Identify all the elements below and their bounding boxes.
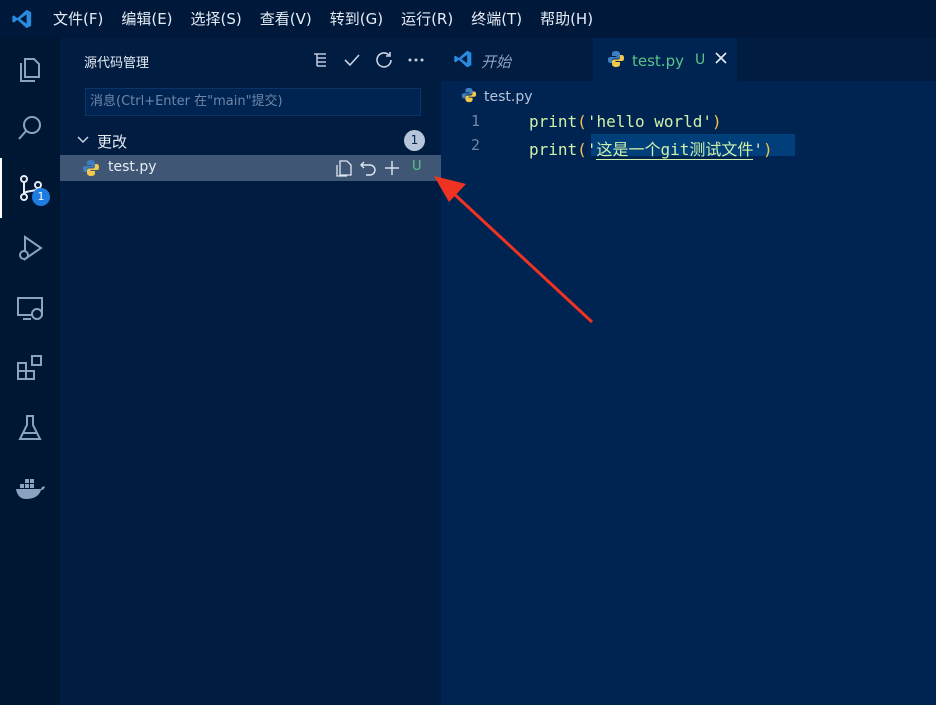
menu-view[interactable]: 查看(V) xyxy=(251,0,321,38)
stage-changes-plus-icon[interactable] xyxy=(382,158,402,178)
python-file-icon xyxy=(607,50,625,72)
vscode-logo-icon xyxy=(0,0,44,38)
code-token-quote: ' xyxy=(753,140,763,159)
remote-explorer-icon[interactable] xyxy=(0,278,60,338)
tab-bar: 开始 test.py U xyxy=(441,38,936,81)
breadcrumb-file: test.py xyxy=(484,89,533,105)
menu-bar: 文件(F) 编辑(E) 选择(S) 查看(V) 转到(G) 运行(R) 终端(T… xyxy=(0,0,936,38)
code-token-function: print xyxy=(529,140,578,159)
code-token-string: 'hello world' xyxy=(586,112,713,131)
extensions-icon[interactable] xyxy=(0,338,60,398)
python-file-icon xyxy=(461,87,477,107)
source-control-panel: 源代码管理 消息(Ctrl+Enter 在"main"提交) 更改 1 test… xyxy=(60,38,441,705)
changes-group-header[interactable]: 更改 1 xyxy=(60,128,441,152)
tab-test-py-label: test.py xyxy=(632,52,684,70)
panel-title: 源代码管理 xyxy=(84,56,150,71)
chevron-down-icon xyxy=(76,133,90,151)
menu-terminal[interactable]: 终端(T) xyxy=(462,0,531,38)
search-icon[interactable] xyxy=(0,98,60,158)
tab-untracked-status: U xyxy=(695,52,706,68)
tab-start-label: 开始 xyxy=(481,53,512,71)
activity-bar: 1 xyxy=(0,38,60,705)
menu-selection[interactable]: 选择(S) xyxy=(182,0,251,38)
code-line[interactable]: 2 print('这是一个git测试文件') xyxy=(441,134,936,160)
python-file-icon xyxy=(82,159,100,181)
menu-edit[interactable]: 编辑(E) xyxy=(112,0,181,38)
code-token-paren: ) xyxy=(763,140,773,159)
menu-help[interactable]: 帮助(H) xyxy=(531,0,602,38)
tab-test-py[interactable]: test.py U xyxy=(593,38,737,81)
testing-icon[interactable] xyxy=(0,398,60,458)
scm-badge: 1 xyxy=(32,188,50,206)
docker-icon[interactable] xyxy=(0,458,60,518)
changes-label: 更改 xyxy=(97,133,128,151)
code-line[interactable]: 1 print('hello world') xyxy=(441,110,936,134)
code-token-paren: ( xyxy=(577,140,587,159)
line-number: 2 xyxy=(471,136,481,154)
line-number: 1 xyxy=(471,112,481,130)
code-token-string: 这是一个git测试文件 xyxy=(596,140,754,160)
explorer-icon[interactable] xyxy=(0,38,60,98)
menu-run[interactable]: 运行(R) xyxy=(392,0,462,38)
tab-start[interactable]: 开始 xyxy=(441,38,591,81)
code-token-function: print xyxy=(529,112,578,131)
changes-count-badge: 1 xyxy=(404,130,425,151)
vscode-logo-icon xyxy=(453,49,473,73)
menu-go[interactable]: 转到(G) xyxy=(321,0,392,38)
more-actions-icon[interactable] xyxy=(405,47,427,73)
code-token-paren: ) xyxy=(712,112,722,131)
changed-file-name: test.py xyxy=(108,159,157,175)
menu-file[interactable]: 文件(F) xyxy=(44,0,112,38)
close-icon[interactable] xyxy=(714,51,728,69)
code-token-quote: ' xyxy=(586,140,597,159)
untracked-status: U xyxy=(412,159,422,174)
view-as-tree-icon[interactable] xyxy=(309,47,331,73)
editor-area: 开始 test.py U test.py 1 print('hello worl… xyxy=(441,38,936,705)
code-token-paren: ( xyxy=(577,112,587,131)
source-control-icon[interactable]: 1 xyxy=(0,158,60,218)
panel-header: 源代码管理 xyxy=(60,38,441,82)
run-debug-icon[interactable] xyxy=(0,218,60,278)
changed-file-item[interactable]: test.py U xyxy=(60,155,441,181)
commit-message-input[interactable]: 消息(Ctrl+Enter 在"main"提交) xyxy=(85,88,421,116)
commit-check-icon[interactable] xyxy=(341,47,363,73)
discard-changes-icon[interactable] xyxy=(358,158,378,178)
refresh-icon[interactable] xyxy=(373,47,395,73)
breadcrumb[interactable]: test.py xyxy=(461,87,533,107)
open-file-icon[interactable] xyxy=(334,158,354,178)
